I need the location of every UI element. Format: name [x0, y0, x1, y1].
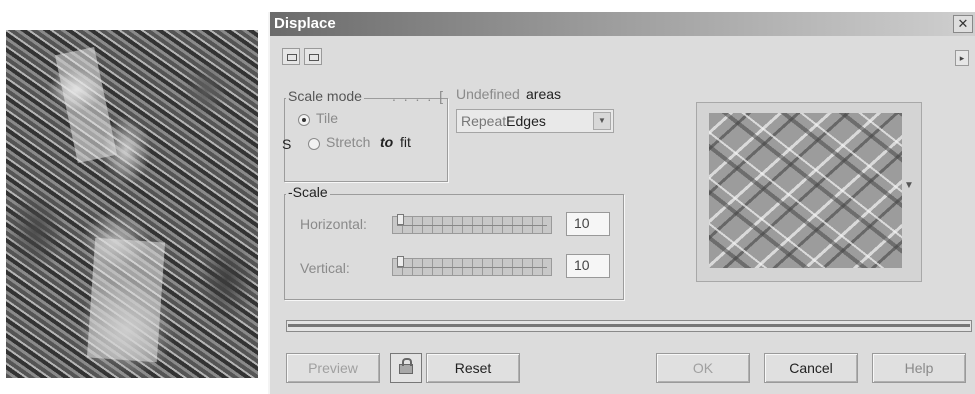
scale-legend: -Scale: [286, 184, 330, 200]
vertical-value-field[interactable]: 10: [566, 254, 610, 278]
undefined-areas-value-part1: Repeat: [461, 113, 507, 129]
help-button[interactable]: Help: [872, 353, 966, 383]
preview-button[interactable]: Preview: [286, 353, 380, 383]
undefined-areas-label-part1: Undefined: [456, 86, 520, 102]
scale-group: [284, 194, 624, 300]
tile-label[interactable]: Tile: [316, 110, 338, 126]
displacement-map-thumbnail[interactable]: [709, 113, 902, 268]
dialog-title: Displace: [274, 15, 336, 32]
stretch-prefix: S: [282, 136, 292, 152]
displacement-map-picker[interactable]: [696, 102, 922, 282]
dialog-menu-button[interactable]: ▸: [955, 50, 969, 66]
tile-radio[interactable]: [298, 114, 310, 126]
preview-lock-button[interactable]: [390, 353, 422, 383]
vertical-slider[interactable]: [392, 256, 552, 276]
layout-toggle-button-1[interactable]: [282, 48, 300, 65]
undefined-areas-value-part2: Edges: [506, 113, 546, 129]
scale-mode-legend: Scale mode: [286, 88, 364, 104]
title-bar[interactable]: Displace ✕: [270, 12, 975, 36]
photo-highlight: [55, 47, 117, 163]
right-arrow-icon: ▸: [959, 53, 965, 63]
chevron-down-icon[interactable]: ▼: [593, 112, 611, 130]
source-photo: [6, 30, 258, 378]
photo-highlight: [86, 237, 166, 363]
ok-button[interactable]: OK: [656, 353, 750, 383]
stretch-to-label[interactable]: to: [380, 134, 393, 150]
stretch-radio[interactable]: [308, 138, 320, 150]
horizontal-slider[interactable]: [392, 214, 552, 234]
lock-icon: [399, 358, 413, 374]
layout-icon: [309, 54, 319, 61]
stretch-fit-label[interactable]: fit: [400, 134, 411, 150]
reset-button[interactable]: Reset: [426, 353, 520, 383]
displace-dialog: Displace ✕ ▸ Scale mode . . . . [ Tile S…: [268, 12, 975, 394]
horizontal-value-field[interactable]: 10: [566, 212, 610, 236]
layout-icon: [287, 54, 297, 61]
stretch-label[interactable]: Stretch: [326, 134, 370, 150]
undefined-areas-select[interactable]: RepeatEdges ▼: [456, 109, 614, 133]
cancel-button[interactable]: Cancel: [764, 353, 858, 383]
progress-bar: [286, 320, 972, 332]
horizontal-label: Horizontal:: [300, 216, 367, 232]
close-button[interactable]: ✕: [953, 15, 973, 33]
triangle-down-icon[interactable]: ▼: [904, 180, 914, 191]
slider-thumb[interactable]: [397, 214, 404, 225]
vertical-label: Vertical:: [300, 260, 350, 276]
undefined-areas-label-part2: areas: [526, 86, 562, 102]
slider-thumb[interactable]: [397, 256, 404, 267]
scale-mode-dots: . . . . [: [392, 88, 446, 104]
layout-toggle-button-2[interactable]: [304, 48, 322, 65]
